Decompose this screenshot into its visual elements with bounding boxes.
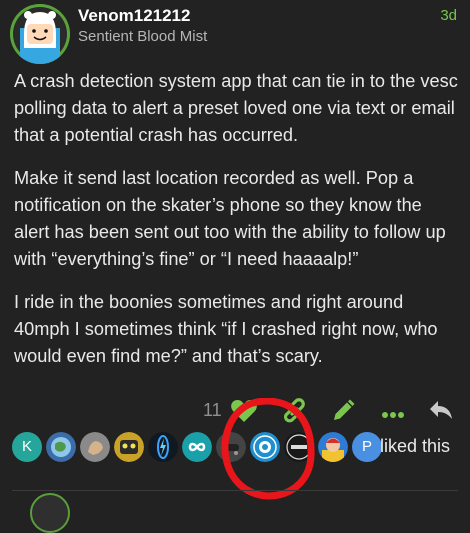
post: Venom121212 Sentient Blood Mist 3d A cra… [0, 0, 470, 533]
bolt-avatar-icon [148, 432, 178, 462]
liker-avatar[interactable]: P [352, 432, 382, 462]
paragraph: I ride in the boonies sometimes and righ… [14, 292, 438, 366]
finn-avatar-icon [10, 4, 70, 64]
more-icon[interactable] [381, 406, 405, 424]
character-avatar-icon [318, 432, 348, 462]
liker-avatar[interactable] [250, 432, 280, 462]
likers-row: K P liked this [12, 432, 470, 464]
post-date[interactable]: 3d [440, 7, 457, 24]
next-post-avatar[interactable] [30, 493, 70, 533]
post-divider [12, 490, 458, 491]
paragraph: Make it send last location recorded as w… [14, 168, 446, 269]
logo-avatar-icon [284, 432, 314, 462]
reply-icon[interactable] [428, 398, 454, 427]
liker-initial: P [361, 438, 372, 455]
badge-avatar-icon [250, 432, 280, 462]
liker-avatar[interactable] [148, 432, 178, 462]
hand-avatar-icon [80, 432, 110, 462]
liker-avatar[interactable]: K [12, 432, 42, 462]
user-avatar[interactable] [10, 4, 70, 64]
cartoon-avatar-icon [114, 432, 144, 462]
liker-avatar[interactable] [114, 432, 144, 462]
liker-avatar[interactable] [46, 432, 76, 462]
liker-avatar[interactable] [216, 432, 246, 462]
liker-avatar[interactable] [284, 432, 314, 462]
like-count[interactable]: 11 [203, 400, 222, 421]
username[interactable]: Venom121212 [78, 6, 190, 26]
liker-avatar[interactable] [80, 432, 110, 462]
user-title: Sentient Blood Mist [78, 28, 208, 45]
link-icon[interactable] [280, 398, 308, 429]
paragraph: A crash detection system app that can ti… [14, 71, 458, 145]
infinity-avatar-icon [182, 432, 212, 462]
heart-icon[interactable] [230, 398, 258, 429]
liker-avatar[interactable] [318, 432, 348, 462]
board-avatar-icon [216, 432, 246, 462]
post-body: A crash detection system app that can ti… [14, 68, 462, 386]
liker-initial: K [21, 438, 32, 455]
pencil-icon[interactable] [330, 398, 356, 429]
post-actions: 11 [0, 396, 470, 426]
globe-avatar-icon [46, 432, 76, 462]
liker-avatar[interactable] [182, 432, 212, 462]
liked-this-text: liked this [380, 436, 451, 456]
